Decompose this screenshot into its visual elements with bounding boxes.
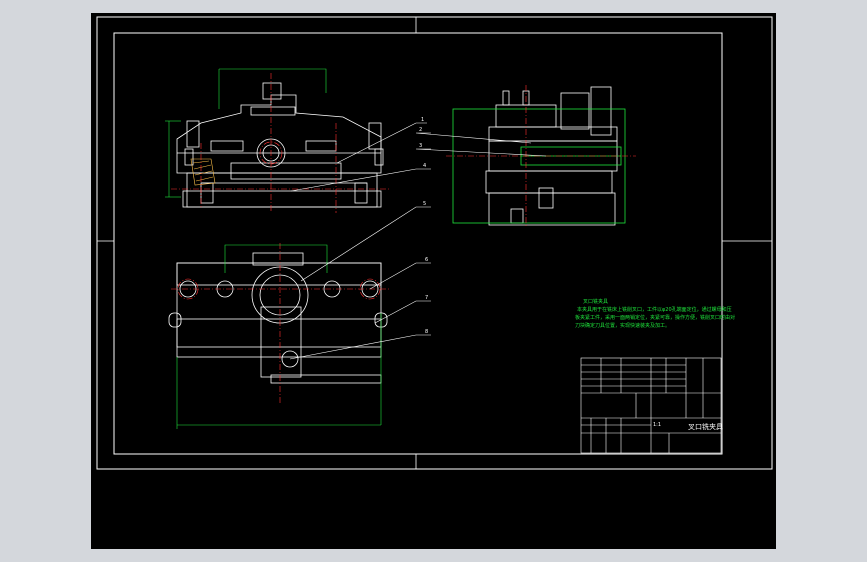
title-block-drawing-name: 叉口铣夹具 [688,423,723,431]
outer-border [96,16,773,470]
inner-frame [113,32,723,455]
balloon-5: 5 [423,201,426,207]
side-view-centerlines [446,85,636,228]
title-block-scale: 1:1 [653,422,662,428]
leader-lines [289,122,547,360]
balloon-6: 6 [425,257,428,263]
front-view-dimensions [165,68,327,198]
assembly-drawing: 1 2 3 4 5 6 7 8 [96,16,773,470]
top-view-dimensions [176,244,382,429]
balloon-7: 7 [425,295,428,301]
balloon-4: 4 [423,163,426,169]
top-view [168,252,388,384]
balloon-3: 3 [419,143,422,149]
front-view [176,82,384,208]
front-view-section [190,158,216,186]
title-block [580,357,722,454]
notes-title: 叉口铣夹具 [583,299,609,305]
balloon-8: 8 [425,329,428,335]
notes-body: 本夹具用于在铣床上铣削叉口，工件以φ20孔端面定位，通过螺母和压板夹紧工件，采用… [575,307,736,329]
cad-viewport[interactable]: 1 2 3 4 5 6 7 8 叉口铣夹具 本夹具用于在铣床上铣削叉口，工件以φ… [91,13,776,549]
balloon-2: 2 [419,127,422,133]
balloon-1: 1 [421,117,424,123]
technical-notes: 叉口铣夹具 本夹具用于在铣床上铣削叉口，工件以φ20孔端面定位，通过螺母和压板夹… [575,298,735,330]
zone-ticks [97,17,772,469]
